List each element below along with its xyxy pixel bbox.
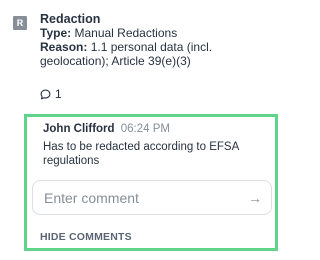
comment-text: Has to be redacted according to EFSA reg… <box>43 140 269 168</box>
reason-value-line2: geolocation); Article 39(e)(3) <box>40 54 191 68</box>
hide-comments-button[interactable]: HIDE COMMENTS <box>40 231 132 243</box>
comment-count-value: 1 <box>55 87 62 101</box>
comment-input-placeholder: Enter comment <box>44 189 139 206</box>
comment-time: 06:24 PM <box>120 123 170 135</box>
comment-count-toggle[interactable]: 1 <box>40 87 62 101</box>
annotation-type-row: Type: Manual Redactions <box>40 26 276 40</box>
comment-text-line2: regulations <box>43 155 100 167</box>
type-value: Manual Redactions <box>74 26 178 40</box>
annotation-card: R Redaction Type: Manual Redactions Reas… <box>0 0 284 260</box>
arrow-right-icon[interactable]: → <box>248 190 262 206</box>
annotation-reason-row-cont: geolocation); Article 39(e)(3) <box>40 54 276 68</box>
reason-label: Reason: <box>40 40 88 54</box>
reason-value-line1: 1.1 personal data (incl. <box>90 40 213 54</box>
comment-bubble-icon <box>40 89 51 100</box>
comment-header: John Clifford 06:24 PM <box>43 122 269 136</box>
comments-panel: John Clifford 06:24 PM Has to be redacte… <box>24 114 278 251</box>
annotation-title: Redaction <box>40 12 101 26</box>
annotation-reason-row: Reason: 1.1 personal data (incl. <box>40 40 276 54</box>
annotation-details: Redaction Type: Manual Redactions Reason… <box>40 12 276 68</box>
comment-text-line1: Has to be redacted according to EFSA <box>43 141 240 153</box>
comment-item: John Clifford 06:24 PM Has to be redacte… <box>43 122 269 168</box>
comment-input[interactable]: Enter comment → <box>32 180 272 215</box>
redaction-type-badge: R <box>13 16 27 30</box>
comment-author: John Clifford <box>43 123 115 135</box>
type-label: Type: <box>40 26 72 40</box>
